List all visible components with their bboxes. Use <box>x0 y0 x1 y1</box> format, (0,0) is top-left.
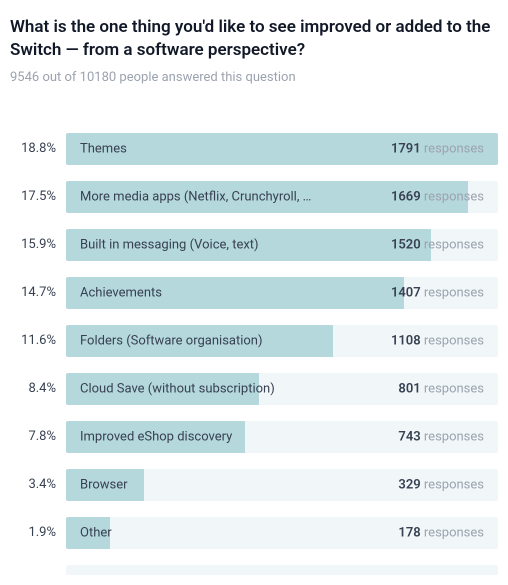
bar-count: 329 responses <box>398 477 484 492</box>
chart-row: 1.9% Other 178 responses <box>10 517 498 549</box>
bar-track: Achievements 1407 responses <box>66 277 498 309</box>
bar-count: 1407 responses <box>391 285 484 300</box>
row-percentage: 3.4% <box>10 477 56 492</box>
row-percentage: 15.9% <box>10 237 56 252</box>
bar-label: Browser <box>80 477 128 492</box>
bar-label: Other <box>80 525 112 540</box>
row-percentage: 17.5% <box>10 189 56 204</box>
bar-track: Themes 1791 responses <box>66 133 498 165</box>
row-percentage: 18.8% <box>10 141 56 156</box>
bar-label: Cloud Save (without subscription) <box>80 381 275 396</box>
bar-label: Folders (Software organisation) <box>80 333 263 348</box>
bar-track: Browser 329 responses <box>66 469 498 501</box>
chart-row: 15.9% Built in messaging (Voice, text) 152… <box>10 229 498 261</box>
bar-label: Achievements <box>80 285 162 300</box>
bar-count: 743 responses <box>398 429 484 444</box>
bar-track: Other 178 responses <box>66 517 498 549</box>
row-percentage: 11.6% <box>10 333 56 348</box>
bar-label: Built in messaging (Voice, text) <box>80 237 259 252</box>
chart-row: 17.5% More media apps (Netflix, Crunchyro… <box>10 181 498 213</box>
row-percentage: 14.7% <box>10 285 56 300</box>
bar-label: Improved eShop discovery <box>80 429 232 444</box>
bar-count: 1791 responses <box>391 141 484 156</box>
bar-count: 1520 responses <box>391 237 484 252</box>
row-percentage: 7.8% <box>10 429 56 444</box>
row-percentage: 1.9% <box>10 525 56 540</box>
bar-track: Cloud Save (without subscription) 801 res… <box>66 373 498 405</box>
bar-label: Themes <box>80 141 127 156</box>
next-row-peek <box>66 565 498 575</box>
chart-row: 8.4% Cloud Save (without subscription) 801… <box>10 373 498 405</box>
answer-count-subtitle: 9546 out of 10180 people answered this q… <box>10 70 498 85</box>
bar-count: 1669 responses <box>391 189 484 204</box>
chart-row: 18.8% Themes 1791 responses <box>10 133 498 165</box>
bar-chart: 18.8% Themes 1791 responses 17.5% More media… <box>10 133 498 549</box>
bar-count: 1108 responses <box>391 333 484 348</box>
chart-row: 14.7% Achievements 1407 responses <box>10 277 498 309</box>
chart-row: 11.6% Folders (Software organisation) 1108… <box>10 325 498 357</box>
bar-track: Improved eShop discovery 743 responses <box>66 421 498 453</box>
chart-row: 7.8% Improved eShop discovery 743 response… <box>10 421 498 453</box>
bar-label: More media apps (Netflix, Crunchyroll, … <box>80 189 311 204</box>
row-percentage: 8.4% <box>10 381 56 396</box>
bar-track: Built in messaging (Voice, text) 1520 res… <box>66 229 498 261</box>
question-title: What is the one thing you'd like to see … <box>10 16 498 62</box>
bar-count: 801 responses <box>398 381 484 396</box>
chart-row: 3.4% Browser 329 responses <box>10 469 498 501</box>
bar-count: 178 responses <box>398 525 484 540</box>
bar-track: Folders (Software organisation) 1108 resp… <box>66 325 498 357</box>
bar-track: More media apps (Netflix, Crunchyroll, …… <box>66 181 498 213</box>
